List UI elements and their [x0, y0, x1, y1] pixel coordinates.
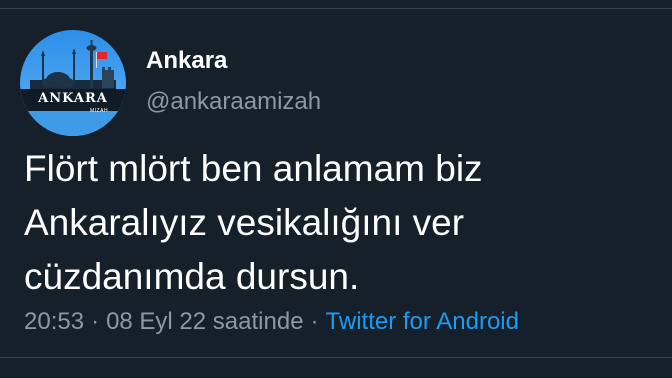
avatar-logo-subtext: MIZAH [90, 108, 109, 114]
display-name[interactable]: Ankara [146, 46, 227, 76]
bottom-divider [0, 357, 672, 358]
tweet-date[interactable]: 08 Eyl 22 saatinde [106, 308, 303, 335]
tweet-text: Flört mlört ben anlamam biz Ankaralıyız … [24, 148, 483, 297]
user-handle[interactable]: @ankaraamizah [146, 87, 321, 117]
meta-separator: · [91, 308, 100, 335]
avatar-logo-text: ANKARA [38, 91, 108, 106]
ankara-skyline-avatar-icon [20, 40, 126, 136]
tweet-time[interactable]: 20:53 [24, 308, 84, 335]
meta-separator: · [310, 308, 319, 335]
tweet-source-link[interactable]: Twitter for Android [326, 308, 519, 335]
tweet-meta: 20:53 · 08 Eyl 22 saatinde · Twitter for And… [24, 307, 519, 337]
avatar[interactable]: ANKARA MIZAH [20, 30, 126, 136]
top-divider [0, 8, 672, 9]
